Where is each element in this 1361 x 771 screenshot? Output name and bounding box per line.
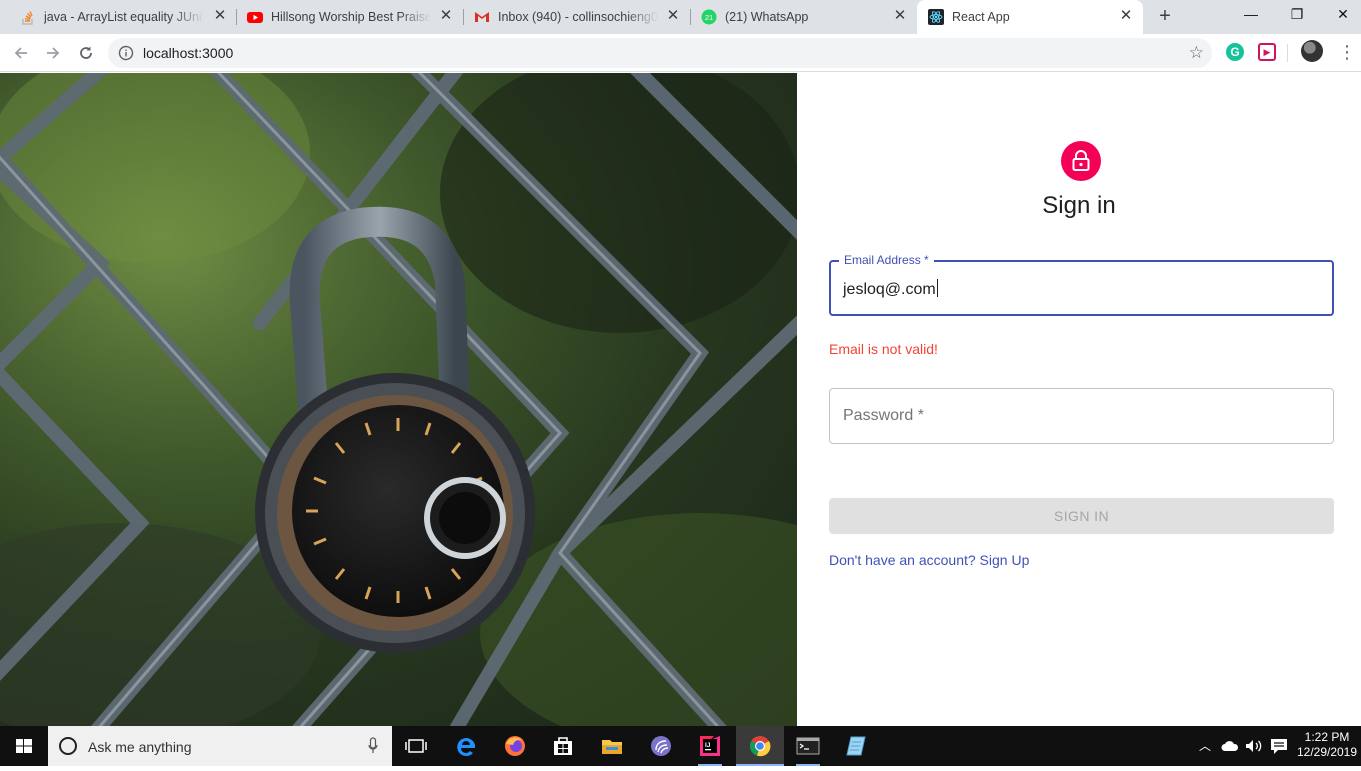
svg-text:IJ: IJ <box>705 742 711 749</box>
microphone-icon[interactable] <box>368 737 378 755</box>
search-placeholder: Ask me anything <box>88 739 192 755</box>
torrent-icon[interactable] <box>649 734 673 758</box>
grammarly-extension-icon[interactable]: G <box>1226 43 1244 61</box>
signup-link[interactable]: Don't have an account? Sign Up <box>829 551 1029 569</box>
lock-icon <box>1072 150 1090 171</box>
volume-icon[interactable] <box>1244 738 1264 754</box>
clock-date: 12/29/2019 <box>1296 745 1358 759</box>
youtube-icon <box>247 12 263 23</box>
notepad-icon[interactable] <box>845 734 869 758</box>
email-error-text: Email is not valid! <box>829 341 938 357</box>
tab-youtube[interactable]: Hillsong Worship Best Praise So ✕ <box>227 0 463 34</box>
back-button[interactable] <box>8 40 34 66</box>
info-icon[interactable] <box>118 45 134 61</box>
tab-title: Hillsong Worship Best Praise So <box>271 10 431 24</box>
tab-gmail[interactable]: Inbox (940) - collinsochieng0@ ✕ <box>454 0 690 34</box>
new-tab-button[interactable]: + <box>1154 5 1176 27</box>
edge-icon[interactable] <box>454 734 478 758</box>
lock-avatar <box>1061 141 1101 181</box>
tab-strip: java - ArrayList equality JUnit te ✕ Hil… <box>0 0 1361 34</box>
taskbar-search[interactable]: Ask me anything <box>48 726 392 766</box>
browser-toolbar: localhost:3000 ☆ G ▶ ⋮ <box>0 34 1361 72</box>
cortana-icon <box>59 737 77 755</box>
intellij-icon[interactable]: IJ <box>698 734 722 758</box>
tab-title: Inbox (940) - collinsochieng0@ <box>498 10 658 24</box>
password-field[interactable]: Password * <box>829 388 1334 444</box>
system-clock[interactable]: 1:22 PM 12/29/2019 <box>1296 730 1358 760</box>
signin-panel: Sign in Email Address * jesloq@.com Emai… <box>797 73 1361 726</box>
profile-avatar[interactable] <box>1301 40 1323 62</box>
tab-react-app[interactable]: React App ✕ <box>917 0 1143 34</box>
notifications-icon[interactable] <box>1270 738 1288 755</box>
email-input[interactable]: jesloq@.com <box>843 279 1313 300</box>
signin-button[interactable]: SIGN IN <box>829 498 1334 534</box>
page-title: Sign in <box>1042 192 1116 219</box>
tab-title: java - ArrayList equality JUnit te <box>44 10 204 24</box>
email-value: jesloq@.com <box>843 281 936 298</box>
reload-button[interactable] <box>73 40 99 66</box>
tab-title: React App <box>952 10 1010 24</box>
close-tab-icon[interactable]: ✕ <box>892 8 908 24</box>
svg-text:21: 21 <box>705 13 713 22</box>
stackoverflow-icon <box>22 11 33 25</box>
email-field[interactable]: Email Address * jesloq@.com <box>829 253 1334 316</box>
chrome-icon[interactable] <box>748 734 772 758</box>
arrow-right-icon <box>47 47 60 59</box>
text-caret <box>936 279 938 297</box>
bookmark-star-icon[interactable]: ☆ <box>1189 43 1204 63</box>
forward-button[interactable] <box>40 40 66 66</box>
react-icon <box>928 9 944 25</box>
minimize-button[interactable]: — <box>1228 0 1274 30</box>
reload-icon <box>80 46 92 59</box>
close-tab-icon[interactable]: ✕ <box>665 8 681 24</box>
onedrive-cloud-icon[interactable] <box>1221 740 1239 752</box>
arrow-left-icon <box>14 47 27 59</box>
store-icon[interactable] <box>551 734 575 758</box>
terminal-icon[interactable] <box>796 734 820 758</box>
windows-taskbar: Ask me anything IJ ︿ 1:22 PM 12/29/2019 <box>0 726 1361 766</box>
url-text: localhost:3000 <box>143 45 234 61</box>
address-bar[interactable]: localhost:3000 ☆ <box>108 38 1212 68</box>
tab-title: (21) WhatsApp <box>725 10 809 24</box>
video-extension-icon[interactable]: ▶ <box>1258 43 1276 61</box>
gmail-icon <box>475 12 489 22</box>
start-button[interactable] <box>0 726 48 766</box>
chevron-up-icon[interactable]: ︿ <box>1199 738 1211 754</box>
windows-logo-icon <box>16 739 32 753</box>
close-tab-icon[interactable]: ✕ <box>212 8 228 24</box>
close-window-button[interactable]: ✕ <box>1320 0 1361 30</box>
restore-button[interactable]: ❐ <box>1274 0 1320 30</box>
firefox-icon[interactable] <box>503 734 527 758</box>
tab-stackoverflow[interactable]: java - ArrayList equality JUnit te ✕ <box>0 0 236 34</box>
tab-whatsapp[interactable]: 21 (21) WhatsApp ✕ <box>681 0 917 34</box>
password-placeholder: Password * <box>843 407 924 424</box>
more-menu-icon[interactable]: ⋮ <box>1338 40 1356 64</box>
clock-time: 1:22 PM <box>1304 730 1350 744</box>
hero-padlock-image <box>0 73 797 726</box>
padlock-photo <box>0 73 797 726</box>
email-label: Email Address * <box>839 253 934 267</box>
whatsapp-icon: 21 <box>701 9 717 25</box>
task-view-icon[interactable] <box>404 734 428 758</box>
toolbar-divider <box>1287 44 1288 62</box>
close-tab-icon[interactable]: ✕ <box>438 8 454 24</box>
file-explorer-icon[interactable] <box>600 734 624 758</box>
close-tab-icon[interactable]: ✕ <box>1118 8 1134 24</box>
